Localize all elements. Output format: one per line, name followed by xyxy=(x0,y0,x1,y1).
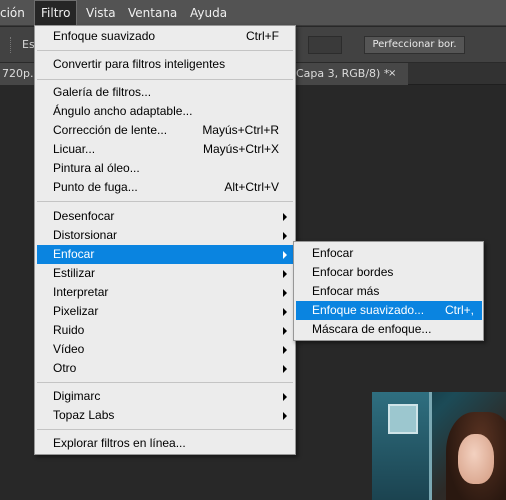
menu-item-label: Interpretar xyxy=(53,285,109,299)
menu-edicion[interactable]: ción xyxy=(0,0,31,26)
menu-item-digimarc[interactable]: Digimarc xyxy=(37,387,293,406)
submenu-arrow-icon xyxy=(283,308,287,316)
tab-close-icon[interactable]: × xyxy=(388,63,396,85)
menu-item-label: Máscara de enfoque... xyxy=(312,322,432,336)
menu-item-label: Licuar... xyxy=(53,142,96,156)
menu-item-label: Convertir para filtros inteligentes xyxy=(53,57,226,71)
menu-item-shortcut: Ctrl+F xyxy=(246,29,279,43)
menu-item-desenfocar[interactable]: Desenfocar xyxy=(37,207,293,226)
menu-item-otro[interactable]: Otro xyxy=(37,359,293,378)
menu-item-video[interactable]: Vídeo xyxy=(37,340,293,359)
menu-separator xyxy=(37,382,293,383)
submenu-arrow-icon xyxy=(283,213,287,221)
menu-item-label: Galería de filtros... xyxy=(53,85,152,99)
menu-bar: ción Filtro Vista Ventana Ayuda xyxy=(0,0,506,26)
menu-item-label: Estilizar xyxy=(53,266,96,280)
submenu-arrow-icon xyxy=(283,270,287,278)
menu-item-label: Pixelizar xyxy=(53,304,99,318)
menu-item-label: Distorsionar xyxy=(53,228,118,242)
menu-item-explorar-filtros[interactable]: Explorar filtros en línea... xyxy=(37,434,293,453)
options-grip[interactable] xyxy=(10,37,12,53)
submenu-arrow-icon xyxy=(283,393,287,401)
menu-item-punto-fuga[interactable]: Punto de fuga... Alt+Ctrl+V xyxy=(37,178,293,197)
menu-item-label: Desenfocar xyxy=(53,209,115,223)
menu-item-angulo-ancho[interactable]: Ángulo ancho adaptable... xyxy=(37,102,293,121)
menu-item-label: Corrección de lente... xyxy=(53,123,168,137)
menu-separator xyxy=(37,201,293,202)
submenu-item-enfoque-suavizado[interactable]: Enfoque suavizado... Ctrl+, xyxy=(296,301,482,320)
menu-item-label: Punto de fuga... xyxy=(53,180,138,194)
menu-separator xyxy=(37,429,293,430)
submenu-arrow-icon xyxy=(283,289,287,297)
menu-item-galeria-filtros[interactable]: Galería de filtros... xyxy=(37,83,293,102)
menu-item-pixelizar[interactable]: Pixelizar xyxy=(37,302,293,321)
menu-item-label: Explorar filtros en línea... xyxy=(53,436,186,450)
menu-item-pintura-oleo[interactable]: Pintura al óleo... xyxy=(37,159,293,178)
menu-ventana[interactable]: Ventana xyxy=(122,0,183,26)
menu-item-label: Digimarc xyxy=(53,389,101,403)
submenu-arrow-icon xyxy=(283,365,287,373)
menu-item-enfoque-suavizado-last[interactable]: Enfoque suavizado Ctrl+F xyxy=(37,27,293,46)
submenu-arrow-icon xyxy=(283,327,287,335)
menu-item-label: Pintura al óleo... xyxy=(53,161,140,175)
menu-separator xyxy=(37,50,293,51)
photo-face xyxy=(458,434,494,484)
menu-item-enfocar[interactable]: Enfocar xyxy=(37,245,293,264)
menu-item-correccion-lente[interactable]: Corrección de lente... Mayús+Ctrl+R xyxy=(37,121,293,140)
document-image xyxy=(372,392,506,500)
menu-item-label: Ángulo ancho adaptable... xyxy=(53,104,193,118)
menu-item-shortcut: Mayús+Ctrl+R xyxy=(202,123,279,137)
submenu-item-enfocar-mas[interactable]: Enfocar más xyxy=(296,282,482,301)
tab-document-720p[interactable]: 720p. xyxy=(0,63,34,85)
submenu-arrow-icon xyxy=(283,251,287,259)
options-field[interactable] xyxy=(308,36,342,54)
menu-item-convertir-filtros-inteligentes[interactable]: Convertir para filtros inteligentes xyxy=(37,55,293,74)
options-label: Es xyxy=(22,38,35,51)
menu-ayuda[interactable]: Ayuda xyxy=(184,0,233,26)
menu-item-label: Enfocar xyxy=(312,246,354,260)
menu-item-label: Otro xyxy=(53,361,77,375)
menu-item-label: Enfocar xyxy=(53,247,95,261)
menu-item-label: Vídeo xyxy=(53,342,85,356)
menu-item-label: Topaz Labs xyxy=(53,408,115,422)
submenu-item-enfocar[interactable]: Enfocar xyxy=(296,244,482,263)
menu-item-distorsionar[interactable]: Distorsionar xyxy=(37,226,293,245)
menu-item-estilizar[interactable]: Estilizar xyxy=(37,264,293,283)
submenu-arrow-icon xyxy=(283,232,287,240)
submenu-arrow-icon xyxy=(283,346,287,354)
menu-item-label: Enfocar bordes xyxy=(312,265,394,279)
menu-item-shortcut: Alt+Ctrl+V xyxy=(224,180,279,194)
menu-item-label: Enfocar más xyxy=(312,284,380,298)
menu-item-topaz-labs[interactable]: Topaz Labs xyxy=(37,406,293,425)
menu-item-label: Enfoque suavizado... xyxy=(312,303,425,317)
menu-item-ruido[interactable]: Ruido xyxy=(37,321,293,340)
submenu-item-enfocar-bordes[interactable]: Enfocar bordes xyxy=(296,263,482,282)
menu-item-interpretar[interactable]: Interpretar xyxy=(37,283,293,302)
menu-item-licuar[interactable]: Licuar... Mayús+Ctrl+X xyxy=(37,140,293,159)
filter-menu: Enfoque suavizado Ctrl+F Convertir para … xyxy=(34,25,296,455)
menu-filtro[interactable]: Filtro xyxy=(34,0,78,26)
refine-edge-button[interactable]: Perfeccionar bor. xyxy=(364,36,465,54)
menu-item-label: Ruido xyxy=(53,323,85,337)
menu-item-shortcut: Mayús+Ctrl+X xyxy=(202,142,279,156)
photo-window xyxy=(388,404,418,434)
menu-item-label: Enfoque suavizado xyxy=(53,29,156,43)
menu-item-shortcut: Ctrl+, xyxy=(444,303,474,317)
menu-separator xyxy=(37,79,293,80)
enfocar-submenu: Enfocar Enfocar bordes Enfocar más Enfoq… xyxy=(293,241,484,341)
submenu-item-mascara-enfoque[interactable]: Máscara de enfoque... xyxy=(296,320,482,339)
menu-vista[interactable]: Vista xyxy=(80,0,122,26)
submenu-arrow-icon xyxy=(283,412,287,420)
